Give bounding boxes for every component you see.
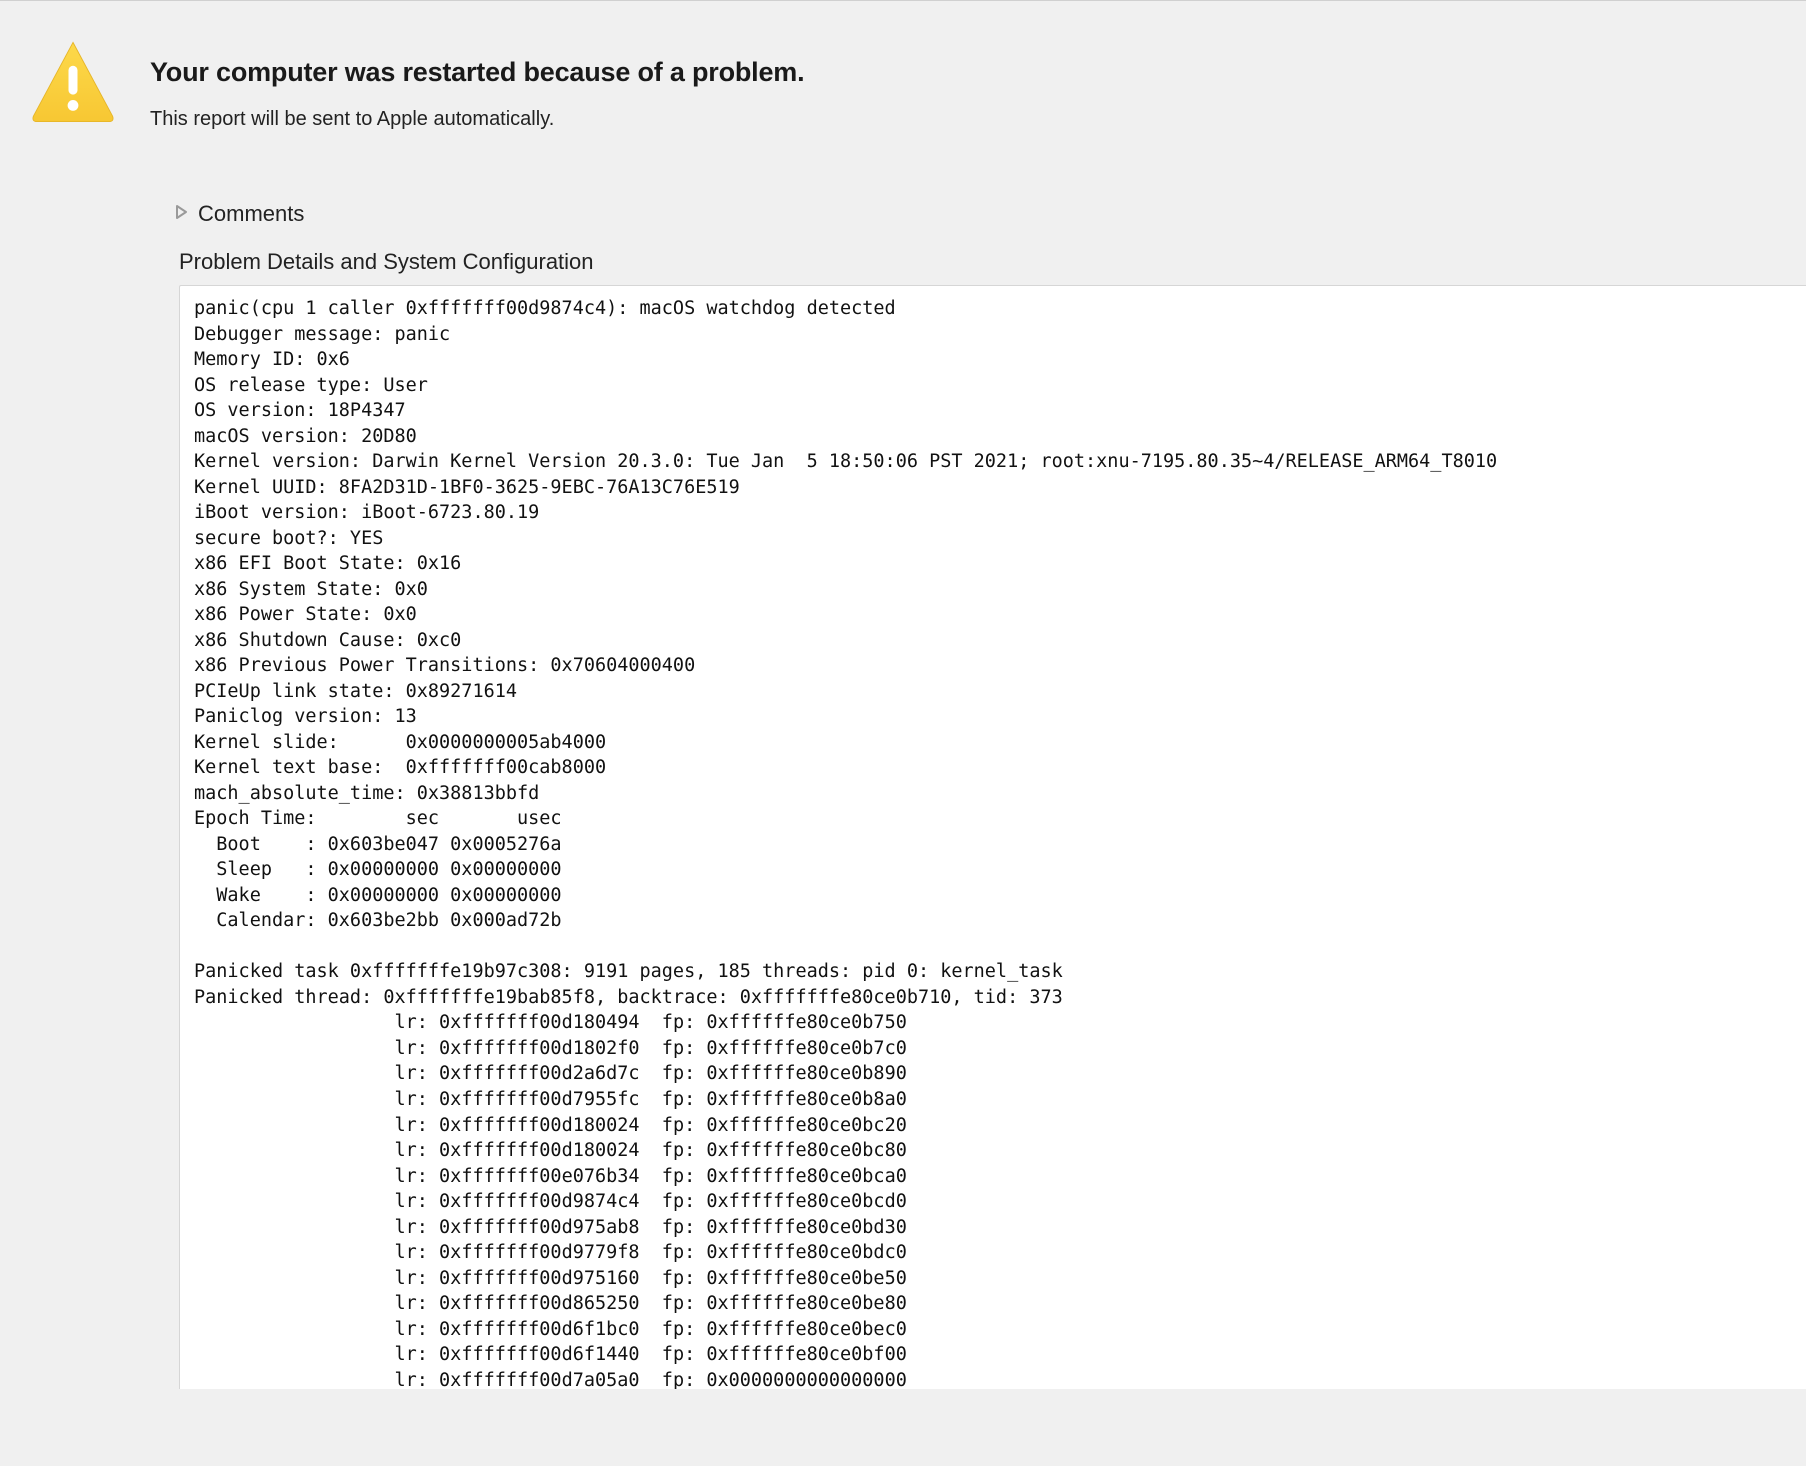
comments-label: Comments	[198, 201, 304, 227]
header-text: Your computer was restarted because of a…	[150, 19, 1806, 131]
crash-report-dialog: Your computer was restarted because of a…	[0, 0, 1806, 1466]
dialog-subtitle: This report will be sent to Apple automa…	[150, 108, 1806, 131]
dialog-title: Your computer was restarted because of a…	[150, 57, 1806, 88]
comments-disclosure[interactable]: Comments	[176, 201, 1806, 227]
details-label: Problem Details and System Configuration	[179, 249, 1806, 275]
header-row: Your computer was restarted because of a…	[0, 19, 1806, 131]
report-text-area[interactable]: panic(cpu 1 caller 0xfffffff00d9874c4): …	[179, 285, 1806, 1389]
chevron-right-icon	[176, 203, 188, 224]
warning-icon	[28, 37, 118, 127]
